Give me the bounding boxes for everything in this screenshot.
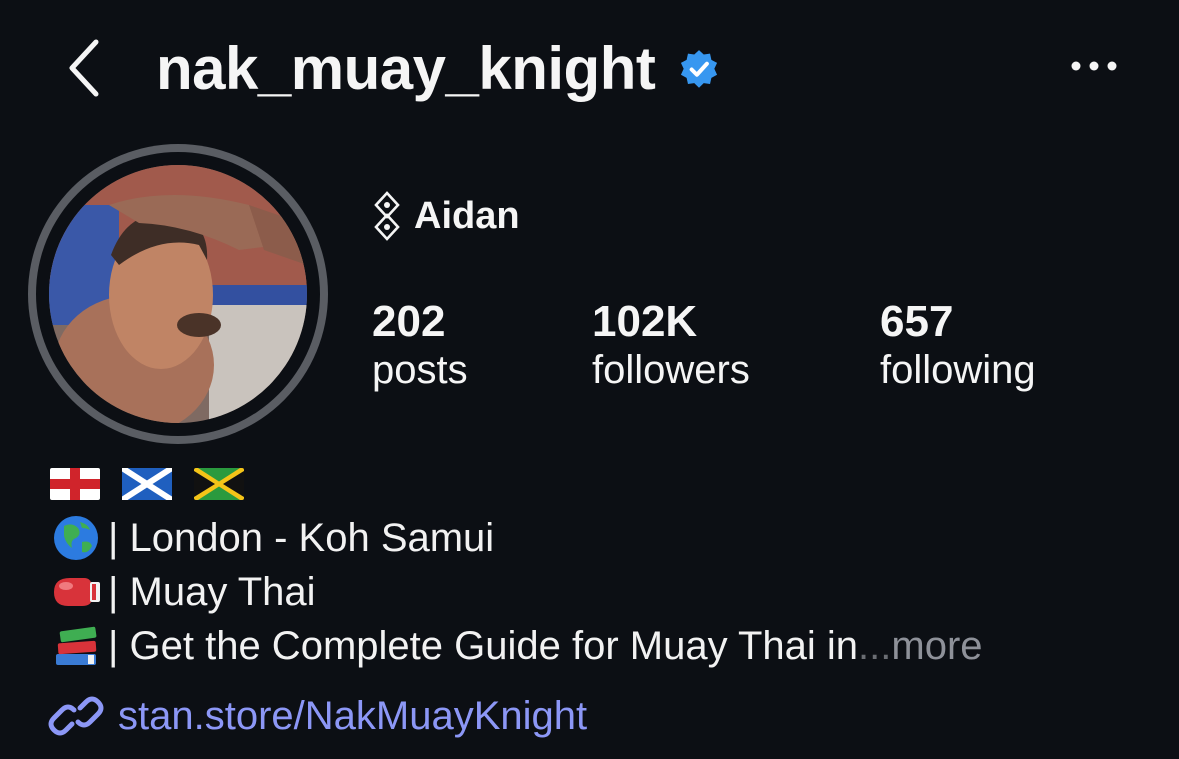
more-options-button[interactable] — [1066, 46, 1122, 86]
following-label: following — [880, 348, 1036, 392]
books-icon — [56, 626, 97, 665]
bio-line-location: | London - Koh Samui — [50, 512, 494, 564]
bio-link-text: stan.store/NakMuayKnight — [118, 693, 588, 738]
posts-stat[interactable]: 202 posts — [372, 296, 468, 396]
bio-line-sport: | Muay Thai — [50, 566, 316, 618]
bio-flags — [50, 464, 244, 504]
verified-badge-icon — [680, 50, 718, 88]
posts-label: posts — [372, 348, 468, 392]
profile-photo — [49, 165, 307, 423]
followers-count: 102K — [592, 297, 698, 346]
display-name: Aidan — [414, 194, 520, 237]
followers-stat[interactable]: 102K followers — [592, 296, 750, 396]
bio-location-text: | London - Koh Samui — [108, 515, 495, 560]
following-count: 657 — [880, 297, 954, 346]
bio-line-guide: | Get the Complete Guide for Muay Thai i… — [50, 620, 983, 672]
display-name-row: Aidan — [372, 191, 520, 241]
bio-guide-text: | Get the Complete Guide for Muay Thai i… — [108, 623, 859, 668]
link-icon — [48, 696, 104, 736]
england-flag-icon — [50, 468, 100, 500]
bio-more-button[interactable]: more — [891, 624, 982, 669]
scotland-flag-icon — [122, 468, 172, 500]
back-button[interactable] — [56, 36, 112, 100]
bio-link[interactable]: stan.store/NakMuayKnight — [48, 690, 587, 742]
chevron-left-icon — [69, 39, 99, 97]
jamaica-flag-icon — [194, 468, 244, 500]
more-horizontal-icon — [1071, 61, 1117, 71]
bio-sport-text: | Muay Thai — [108, 569, 316, 614]
posts-count: 202 — [372, 297, 446, 346]
bio-ellipsis: ... — [858, 623, 892, 668]
boxing-glove-icon — [54, 578, 100, 606]
followers-label: followers — [592, 348, 750, 392]
following-stat[interactable]: 657 following — [880, 296, 1036, 396]
avatar[interactable] — [28, 144, 328, 444]
threads-icon — [374, 191, 400, 241]
globe-icon — [54, 516, 98, 560]
profile-username: nak_muay_knight — [156, 35, 656, 102]
